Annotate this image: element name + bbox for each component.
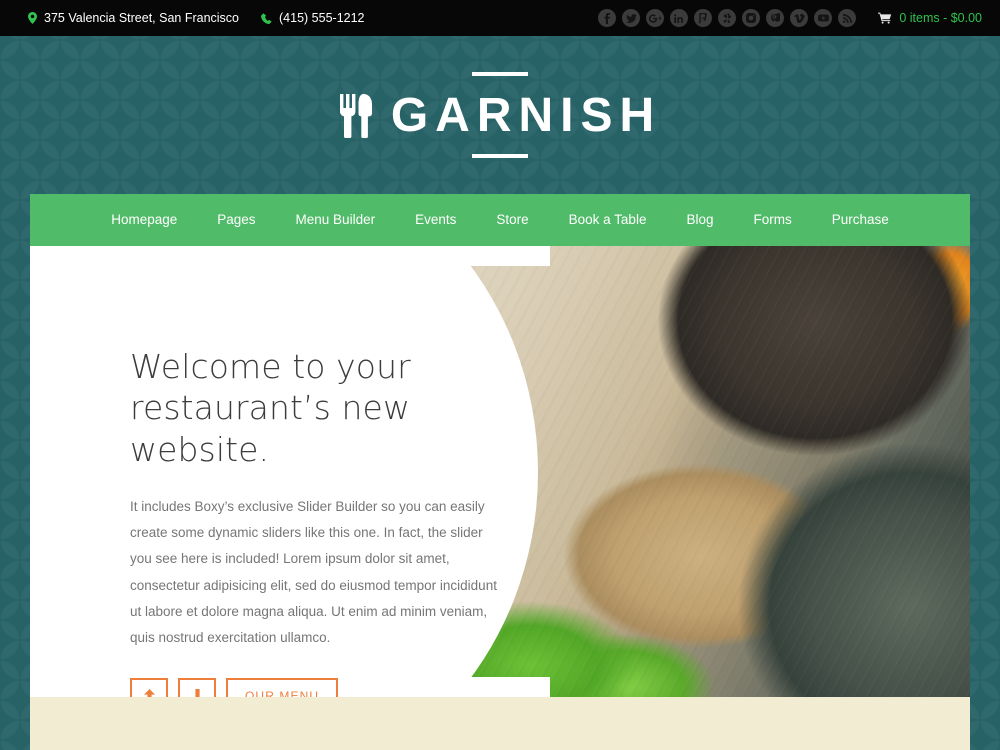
vimeo-icon[interactable] <box>790 9 809 27</box>
arrow-up-icon <box>143 688 156 697</box>
nav-item-book-a-table[interactable]: Book a Table <box>549 194 667 246</box>
hero-button-group: OUR MENU <box>130 677 450 697</box>
map-pin-icon <box>28 12 37 24</box>
google-plus-icon[interactable] <box>646 9 665 27</box>
slider-next-button[interactable] <box>178 677 216 697</box>
phone-icon <box>261 12 272 24</box>
slider-prev-button[interactable] <box>130 677 168 697</box>
youtube-icon[interactable] <box>814 9 833 27</box>
phone-item[interactable]: (415) 555-1212 <box>261 11 365 25</box>
hero-body-text: It includes Boxy’s exclusive Slider Buil… <box>130 498 497 646</box>
address-item: 375 Valencia Street, San Francisco <box>28 11 239 25</box>
site-header: GARNISH <box>0 36 1000 194</box>
cart-widget[interactable]: 0 items - $0.00 <box>878 11 982 25</box>
phone-text: (415) 555-1212 <box>279 11 365 25</box>
hero-text-block: Welcome to your restaurant’s new website… <box>30 246 497 697</box>
hero-heading: Welcome to your restaurant’s new website… <box>130 347 411 469</box>
topbar-right-group: 0 items - $0.00 <box>598 9 1000 27</box>
cart-summary-text: 0 items - $0.00 <box>899 11 982 25</box>
nav-item-homepage[interactable]: Homepage <box>91 194 197 246</box>
social-links <box>598 9 857 27</box>
content-container: Homepage Pages Menu Builder Events Store… <box>30 194 970 750</box>
rss-icon[interactable] <box>838 9 857 27</box>
fork-and-knife-icon <box>339 94 373 138</box>
nav-item-menu-builder[interactable]: Menu Builder <box>276 194 396 246</box>
instagram-icon[interactable] <box>742 9 761 27</box>
logo-rule-top <box>472 72 528 76</box>
address-text: 375 Valencia Street, San Francisco <box>44 11 240 25</box>
nav-item-purchase[interactable]: Purchase <box>812 194 909 246</box>
nav-item-pages[interactable]: Pages <box>197 194 275 246</box>
logo-rule-bottom <box>472 154 528 158</box>
hero-slider: Welcome to your restaurant’s new website… <box>30 246 970 697</box>
arrow-down-icon <box>191 688 204 697</box>
shopping-cart-icon <box>878 12 892 24</box>
site-logo-text: GARNISH <box>390 89 662 142</box>
site-logo[interactable]: GARNISH <box>339 92 661 140</box>
linkedin-icon[interactable] <box>670 9 689 27</box>
nav-item-events[interactable]: Events <box>395 194 476 246</box>
nav-item-forms[interactable]: Forms <box>733 194 811 246</box>
nav-item-store[interactable]: Store <box>476 194 548 246</box>
main-navigation: Homepage Pages Menu Builder Events Store… <box>30 194 970 246</box>
features-section <box>30 697 970 750</box>
pinterest-icon[interactable] <box>766 9 785 27</box>
yelp-icon[interactable] <box>718 9 737 27</box>
twitter-icon[interactable] <box>622 9 641 27</box>
our-menu-button[interactable]: OUR MENU <box>226 677 339 697</box>
nav-item-blog[interactable]: Blog <box>666 194 733 246</box>
topbar-contact-group: 375 Valencia Street, San Francisco (415)… <box>0 11 365 25</box>
page-background: 375 Valencia Street, San Francisco (415)… <box>0 0 1000 750</box>
facebook-icon[interactable] <box>598 9 617 27</box>
foursquare-icon[interactable] <box>694 9 713 27</box>
utility-topbar: 375 Valencia Street, San Francisco (415)… <box>0 0 1000 36</box>
